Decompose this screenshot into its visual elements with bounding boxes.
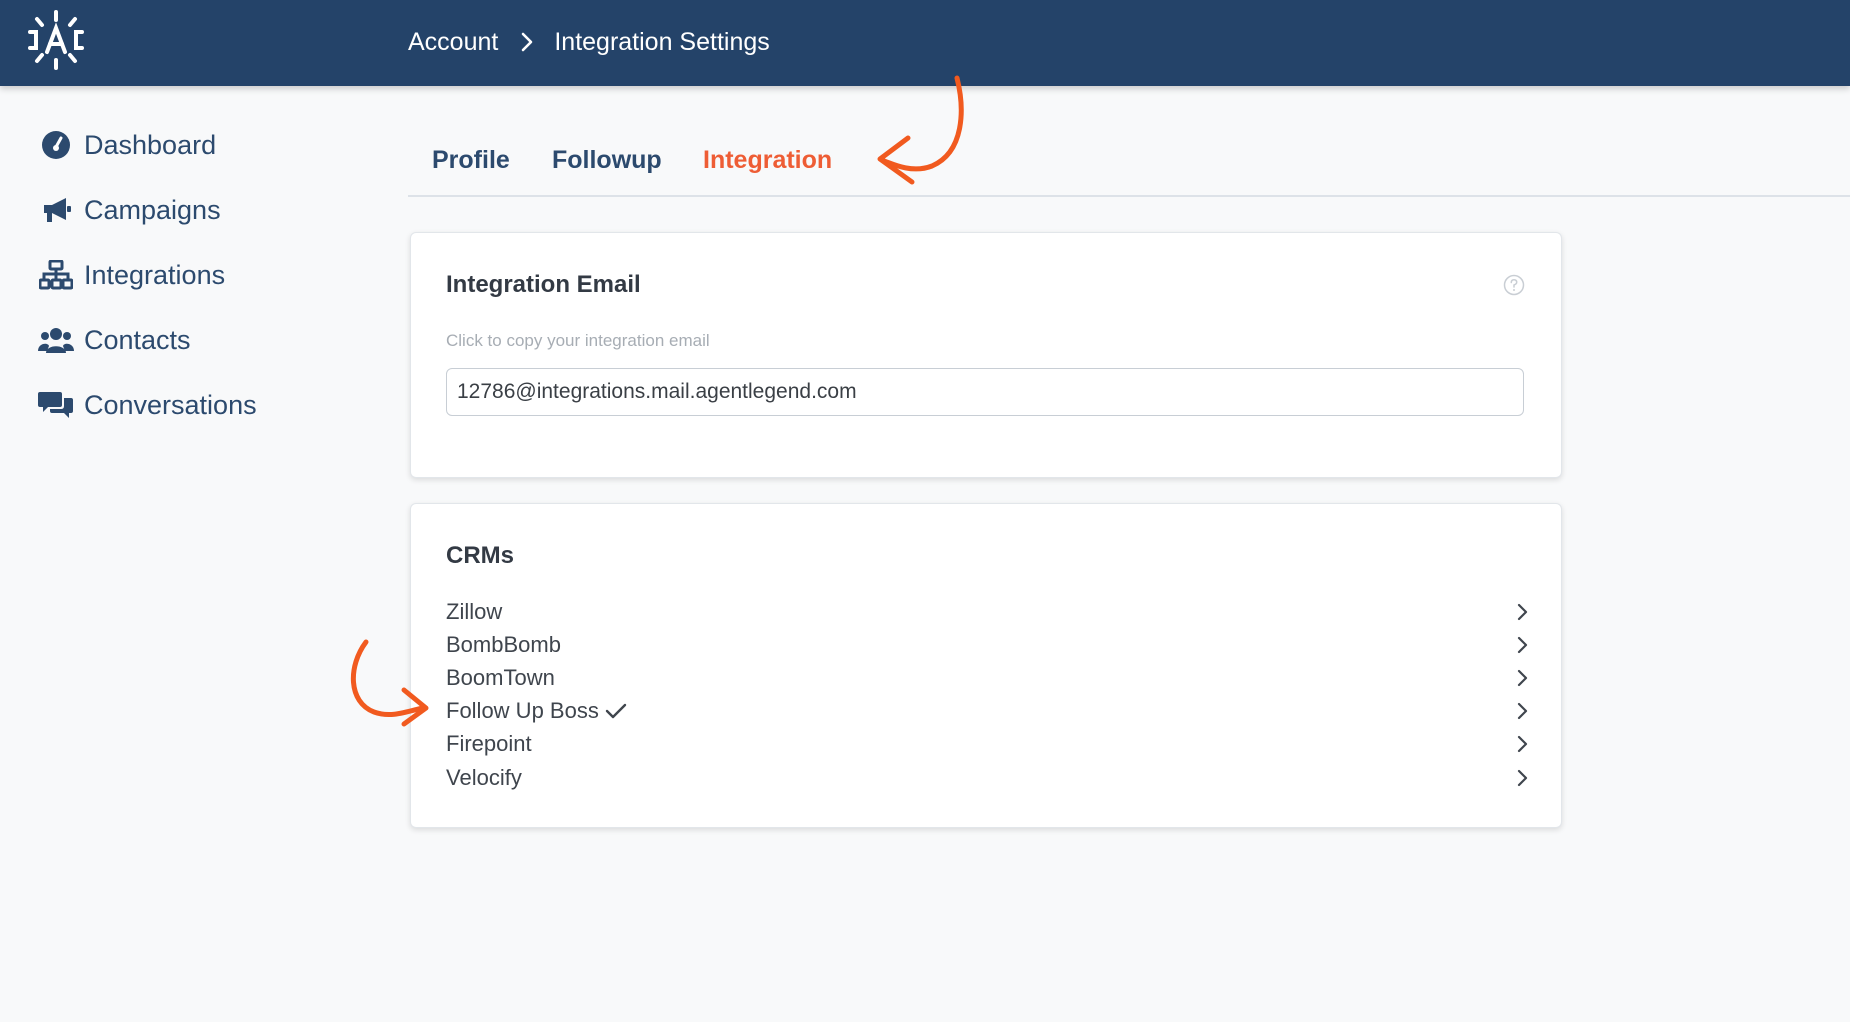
gauge-icon bbox=[38, 129, 74, 161]
crm-item-boomtown[interactable]: BoomTown bbox=[446, 661, 1528, 694]
crm-item-zillow[interactable]: Zillow bbox=[446, 595, 1528, 628]
crms-card: CRMs Zillow BombBomb BoomTown Follow Up … bbox=[410, 503, 1562, 828]
users-icon bbox=[38, 324, 74, 356]
integration-email-card: Integration Email Click to copy your int… bbox=[410, 232, 1562, 478]
crm-name: Velocify bbox=[446, 764, 522, 790]
chevron-right-icon bbox=[520, 31, 534, 53]
chevron-right-icon bbox=[1516, 603, 1528, 621]
sidebar-item-dashboard[interactable]: Dashboard bbox=[38, 125, 257, 165]
crm-name: Follow Up Boss bbox=[446, 698, 599, 724]
sitemap-icon bbox=[38, 259, 74, 291]
crm-item-follow-up-boss[interactable]: Follow Up Boss bbox=[446, 695, 1528, 728]
annotation-arrow-icon bbox=[877, 75, 964, 185]
logo-icon[interactable] bbox=[24, 8, 88, 72]
sidebar-item-label: Conversations bbox=[84, 389, 257, 420]
sidebar-item-campaigns[interactable]: Campaigns bbox=[38, 190, 257, 230]
chevron-right-icon bbox=[1516, 769, 1528, 787]
crm-item-bombbomb[interactable]: BombBomb bbox=[446, 628, 1528, 661]
checkmark-icon bbox=[605, 702, 627, 720]
help-icon[interactable] bbox=[1503, 274, 1525, 296]
chat-bubbles-icon bbox=[38, 389, 74, 421]
crm-name: Firepoint bbox=[446, 731, 532, 757]
crm-name: Zillow bbox=[446, 598, 503, 624]
tab-profile[interactable]: Profile bbox=[432, 146, 510, 175]
integration-email-title: Integration Email bbox=[446, 271, 641, 298]
sidebar-item-conversations[interactable]: Conversations bbox=[38, 385, 257, 425]
copy-hint-label: Click to copy your integration email bbox=[446, 331, 710, 350]
breadcrumb-account-link[interactable]: Account bbox=[408, 28, 498, 57]
crm-list: Zillow BombBomb BoomTown Follow Up Boss … bbox=[446, 595, 1528, 794]
tab-followup[interactable]: Followup bbox=[552, 146, 662, 175]
integration-email-field[interactable] bbox=[446, 368, 1524, 416]
crm-item-firepoint[interactable]: Firepoint bbox=[446, 728, 1528, 761]
sidebar-item-contacts[interactable]: Contacts bbox=[38, 320, 257, 360]
sidebar-item-label: Integrations bbox=[84, 259, 226, 290]
chevron-right-icon bbox=[1516, 636, 1528, 654]
chevron-right-icon bbox=[1516, 702, 1528, 720]
breadcrumb-current: Integration Settings bbox=[554, 27, 770, 56]
annotation-arrow-icon bbox=[351, 639, 429, 727]
sidebar-nav: Dashboard Campaigns Integrations Contact… bbox=[38, 125, 257, 450]
sidebar-item-label: Contacts bbox=[84, 324, 191, 355]
megaphone-icon bbox=[38, 194, 74, 226]
crms-title: CRMs bbox=[446, 542, 515, 569]
sidebar-item-label: Dashboard bbox=[84, 129, 217, 160]
breadcrumb: Account Integration Settings bbox=[408, 24, 770, 60]
sidebar-item-label: Campaigns bbox=[84, 194, 221, 225]
sidebar-item-integrations[interactable]: Integrations bbox=[38, 255, 257, 295]
crm-item-velocify[interactable]: Velocify bbox=[446, 761, 1528, 794]
chevron-right-icon bbox=[1516, 735, 1528, 753]
crm-name: BombBomb bbox=[446, 631, 561, 657]
crm-name: BoomTown bbox=[446, 664, 555, 690]
settings-tabs: Profile Followup Integration bbox=[408, 140, 1850, 197]
tab-integration[interactable]: Integration bbox=[703, 146, 832, 175]
chevron-right-icon bbox=[1516, 669, 1528, 687]
